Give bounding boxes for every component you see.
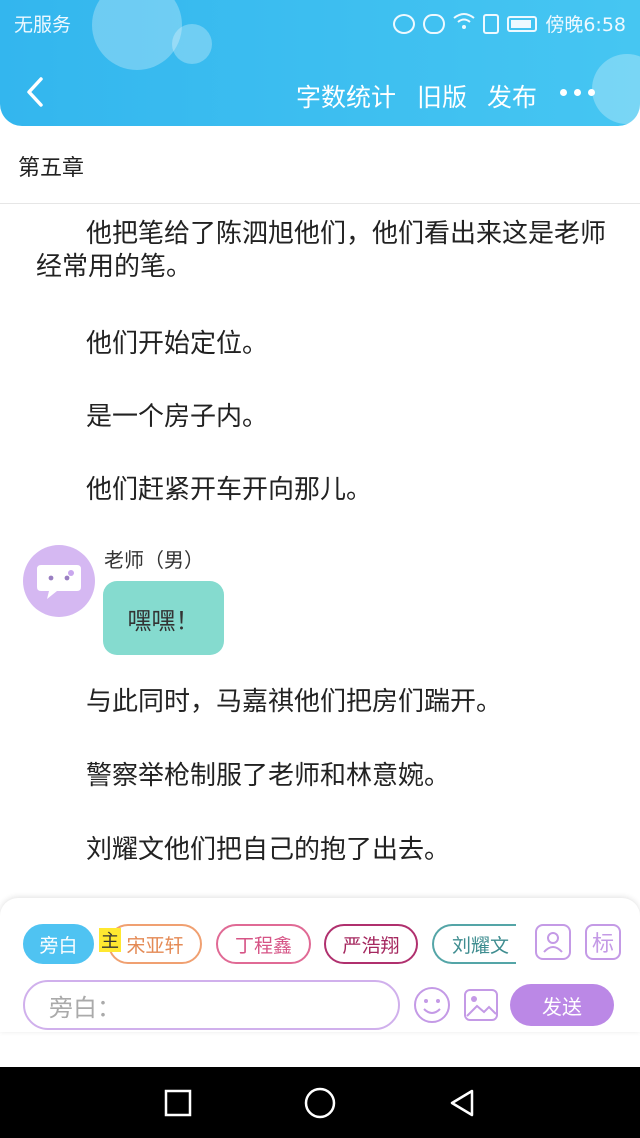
more-options-icon[interactable] [560,82,600,102]
narration-input[interactable]: 旁白： [23,980,400,1030]
role-chip-yan-haoxiang[interactable]: 严浩翔 [324,924,418,964]
carrier-text: 无服务 [14,14,72,36]
chapter-title[interactable]: 第五章 [18,150,84,182]
sim-alert-icon [483,13,500,34]
chat-bubble-avatar-icon [37,565,81,599]
send-button[interactable]: 发送 [510,984,614,1026]
role-chip-ding-chengxin[interactable]: 丁程鑫 [216,924,311,964]
mark-icon[interactable]: 标 [585,924,621,960]
divider [0,203,640,204]
data-saver-icon [393,13,416,34]
nav-bar: 字数统计 旧版 发布 [0,64,640,120]
clock-text: 傍晚6:58 [545,14,626,36]
image-icon[interactable] [463,988,499,1022]
main-role-badge: 主 [99,928,121,952]
story-paragraph[interactable]: 是一个房子内。 [36,401,616,434]
story-paragraph[interactable]: 他们赶紧开车开向那儿。 [36,474,616,507]
eye-icon [423,13,446,34]
emoji-icon[interactable] [413,986,451,1024]
wifi-icon [453,12,475,35]
story-paragraph[interactable]: 他们开始定位。 [36,328,616,361]
role-chip-song-yaxuan[interactable]: 宋亚轩 [108,924,202,964]
system-nav-bar [0,1067,640,1138]
back-button[interactable] [18,74,52,110]
story-paragraph[interactable]: 警察举枪制服了老师和林意婉。 [36,760,616,793]
role-chip-narrator[interactable]: 旁白 [23,924,94,964]
chevron-left-icon [27,77,43,107]
status-bar: 无服务 傍晚6:58 [0,0,640,44]
story-paragraph[interactable]: 刘耀文他们把自己的抱了出去。 [36,834,616,867]
word-count-button[interactable]: 字数统计 [296,78,396,114]
home-icon[interactable] [300,1083,340,1123]
publish-button[interactable]: 发布 [487,78,537,114]
role-chip-liu-yaowen[interactable]: 刘耀文 [432,924,516,964]
story-paragraph[interactable]: 他把笔给了陈泗旭他们，他们看出来这是老师经常用的笔。 [36,218,616,284]
avatar[interactable] [23,545,95,617]
battery-icon [507,15,538,32]
old-version-button[interactable]: 旧版 [417,78,467,114]
speaker-name: 老师（男） [104,548,204,572]
chat-message-bubble[interactable]: 嘿嘿！ [103,581,224,655]
top-header: 无服务 傍晚6:58 字数统计 旧版 发布 [0,0,640,126]
back-nav-icon[interactable] [442,1083,482,1123]
character-manage-icon[interactable] [535,924,571,960]
story-paragraph[interactable]: 与此同时，马嘉祺他们把房们踹开。 [36,686,616,719]
recent-apps-icon[interactable] [158,1083,198,1123]
